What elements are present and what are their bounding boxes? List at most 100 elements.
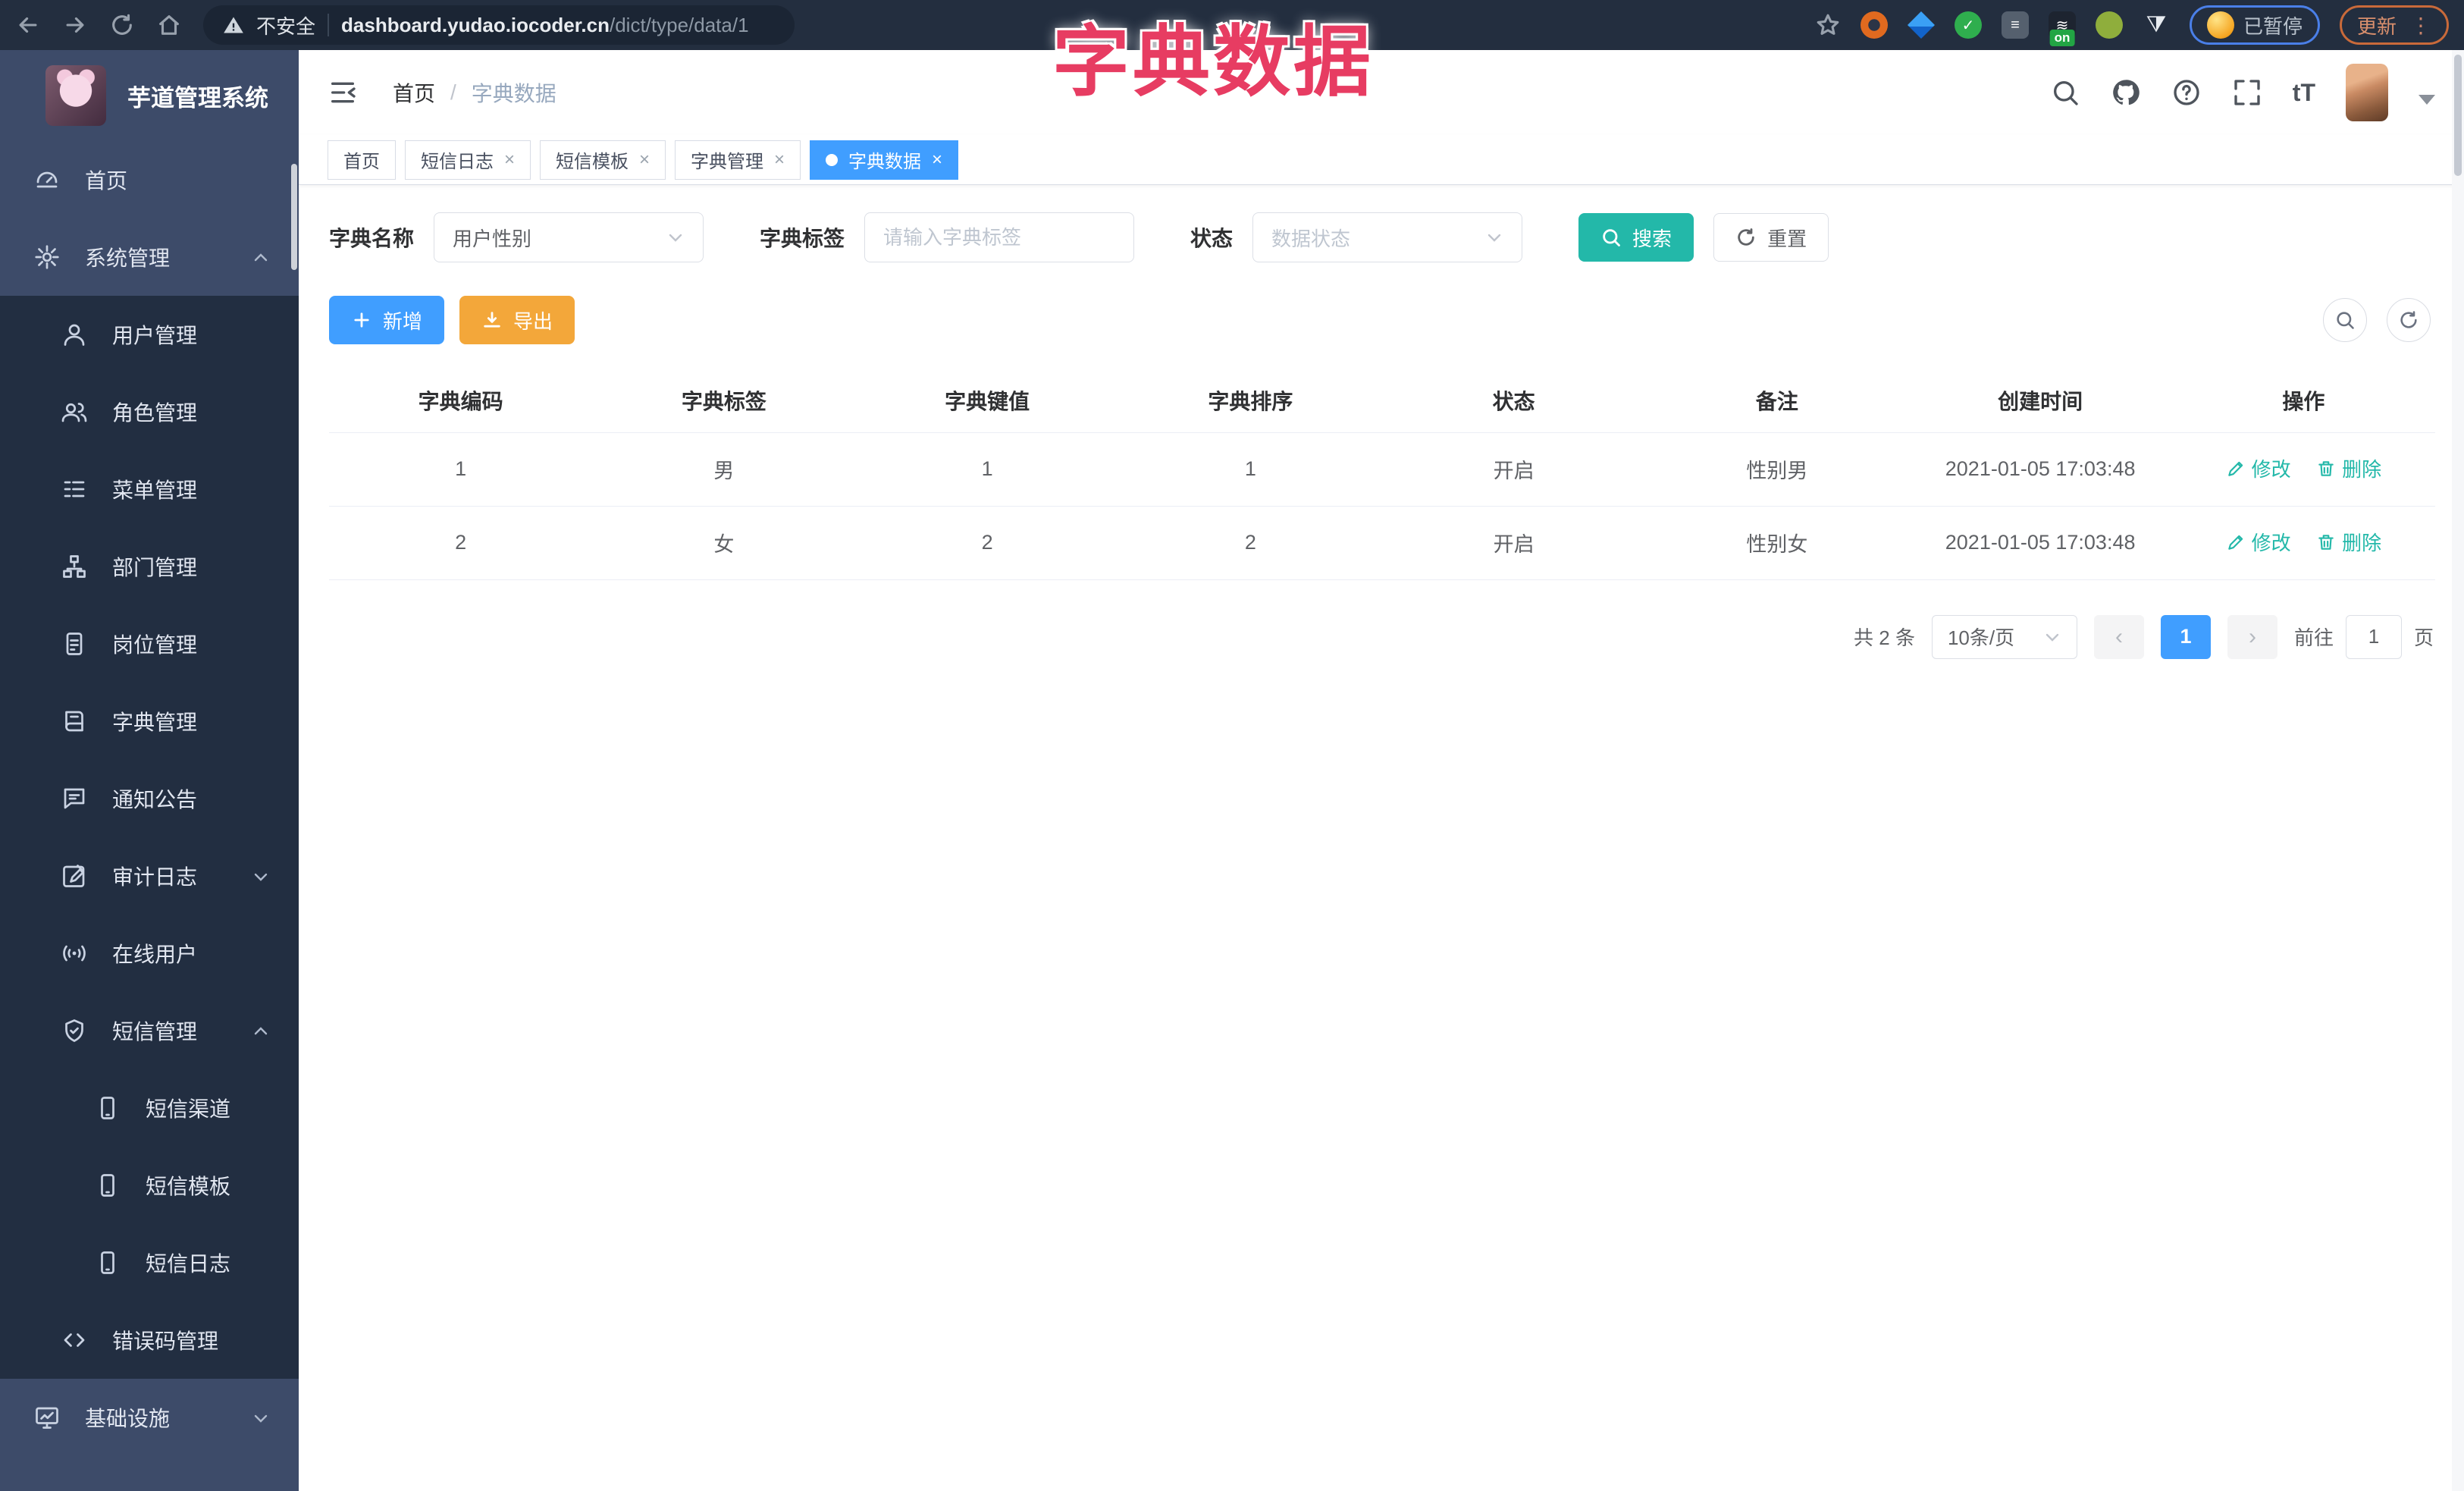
sidebar-item-dict[interactable]: 字典管理 [0,683,299,760]
col-dict-code: 字典编码 [329,369,593,433]
table-header-row: 字典编码 字典标签 字典键值 字典排序 状态 备注 创建时间 操作 [329,369,2435,433]
dict-name-select[interactable]: 用户性别 [434,212,704,262]
chevron-down-icon [2043,628,2061,646]
status-select[interactable]: 数据状态 [1252,212,1523,262]
font-size-icon[interactable]: tT [2293,79,2315,107]
help-icon[interactable] [2171,77,2202,108]
extension-icon-sliders[interactable]: ≡ [2001,11,2029,39]
reload-icon[interactable] [109,12,135,38]
window-scrollbar-thumb[interactable] [2454,55,2462,176]
col-dict-sort: 字典排序 [1118,369,1382,433]
chevron-down-icon [666,228,685,246]
add-button[interactable]: 新增 [329,296,445,344]
delete-link[interactable]: 删除 [2316,454,2381,482]
export-button[interactable]: 导出 [459,296,575,344]
sidebar-item-error-code[interactable]: 错误码管理 [0,1301,299,1379]
extension-icon-dark-on[interactable]: ≋ on [2048,11,2076,46]
extension-icon-blue-kite[interactable] [1907,11,1935,39]
chrome-update-button[interactable]: 更新 ⋮ [2339,5,2449,45]
not-secure-label: 不安全 [256,14,316,38]
phone-icon [94,1249,121,1276]
sidebar: 芋道管理系统 首页 系统管理 用户管理 角色管理 菜单管理 部门管理 岗位管理 … [0,50,299,1491]
book-icon [61,708,88,735]
github-icon[interactable] [2111,77,2141,108]
sidebar-item-infrastructure[interactable]: 基础设施 [0,1379,299,1456]
app-logo-row[interactable]: 芋道管理系统 [0,50,299,141]
gear-icon [33,243,61,271]
tab-sms-log[interactable]: 短信日志 × [405,140,531,180]
extension-puzzle-icon[interactable]: ⧩ [2143,11,2170,39]
user-avatar[interactable] [2346,64,2388,121]
sidebar-item-sms-log[interactable]: 短信日志 [0,1224,299,1301]
close-icon[interactable]: × [774,150,785,169]
refresh-icon-button[interactable] [2387,298,2431,342]
sidebar-item-notice[interactable]: 通知公告 [0,760,299,837]
delete-link[interactable]: 删除 [2316,528,2381,556]
next-page-button[interactable]: › [2227,614,2277,659]
fullscreen-icon[interactable] [2232,77,2262,108]
avatar-caret-icon[interactable] [2419,94,2435,105]
toggle-search-icon-button[interactable] [2323,298,2367,342]
app-title: 芋道管理系统 [127,84,268,111]
extension-icon-green-check[interactable]: ✓ [1954,11,1982,39]
tab-sms-template[interactable]: 短信模板 × [540,140,666,180]
close-icon[interactable]: × [504,150,515,169]
sidebar-item-menus[interactable]: 菜单管理 [0,450,299,528]
breadcrumb-separator: / [450,80,456,104]
page-unit-label: 页 [2413,626,2434,649]
dict-tag-input[interactable] [865,213,1134,262]
goto-page-input[interactable] [2345,614,2402,659]
page-1-button[interactable]: 1 [2160,614,2211,659]
search-icon[interactable] [2050,77,2080,108]
address-bar[interactable]: 不安全 dashboard.yudao.iocoder.cn/dict/type… [203,5,795,45]
tab-home[interactable]: 首页 [328,140,396,180]
prev-page-button[interactable]: ‹ [2093,614,2144,659]
sidebar-item-users[interactable]: 用户管理 [0,296,299,373]
tab-dict-manage[interactable]: 字典管理 × [675,140,801,180]
sidebar-item-roles[interactable]: 角色管理 [0,373,299,450]
chat-bubble-icon [61,785,88,812]
extension-icon-green[interactable] [2095,11,2123,39]
sidebar-item-audit-log[interactable]: 审计日志 [0,837,299,915]
monitor-chart-icon [33,1404,61,1431]
sidebar-item-sms[interactable]: 短信管理 [0,992,299,1069]
chevron-up-icon [252,248,270,266]
tab-paused-pill[interactable]: 已暂停 [2189,5,2320,45]
sidebar-scrollbar-thumb[interactable] [291,164,297,270]
top-navbar: 首页 / 字典数据 tT [299,50,2464,135]
close-icon[interactable]: × [932,150,942,169]
close-icon[interactable]: × [639,150,650,169]
sidebar-item-departments[interactable]: 部门管理 [0,528,299,605]
menu-list-icon [61,476,88,503]
home-icon[interactable] [156,12,182,38]
window-scrollbar[interactable] [2452,50,2464,1491]
edit-link[interactable]: 修改 [2226,528,2291,556]
edit-link[interactable]: 修改 [2226,454,2291,482]
sidebar-item-sms-channel[interactable]: 短信渠道 [0,1069,299,1147]
extension-icon-orange[interactable] [1860,11,1888,39]
url-path: /dict/type/data/1 [609,13,749,36]
sidebar-item-online-users[interactable]: 在线用户 [0,915,299,992]
sidebar-item-home[interactable]: 首页 [0,141,299,218]
emoji-avatar-icon [2206,11,2234,39]
chrome-menu-icon[interactable]: ⋮ [2410,13,2431,38]
col-dict-value: 字典键值 [855,369,1119,433]
page-size-select[interactable]: 10条/页 [1931,614,2077,659]
search-button[interactable]: 搜索 [1578,213,1694,262]
not-secure-warning-icon[interactable] [223,14,244,36]
forward-icon[interactable] [62,12,88,38]
tags-view-bar: 首页 短信日志 × 短信模板 × 字典管理 × 字典数据 × [299,135,2464,185]
tab-dict-data[interactable]: 字典数据 × [810,140,959,180]
sidebar-item-sms-template[interactable]: 短信模板 [0,1147,299,1224]
status-label: 状态 [1190,227,1234,250]
sidebar-item-system[interactable]: 系统管理 [0,218,299,296]
breadcrumb-home[interactable]: 首页 [393,77,435,108]
on-badge: on [2049,30,2075,46]
collapse-sidebar-icon[interactable] [328,77,358,108]
reset-button[interactable]: 重置 [1713,213,1829,262]
col-status: 状态 [1382,369,1646,433]
sidebar-item-posts[interactable]: 岗位管理 [0,605,299,683]
bookmark-star-icon[interactable] [1815,12,1841,38]
system-submenu: 用户管理 角色管理 菜单管理 部门管理 岗位管理 字典管理 通知公告 审计日志 … [0,296,299,1379]
back-icon[interactable] [15,12,41,38]
